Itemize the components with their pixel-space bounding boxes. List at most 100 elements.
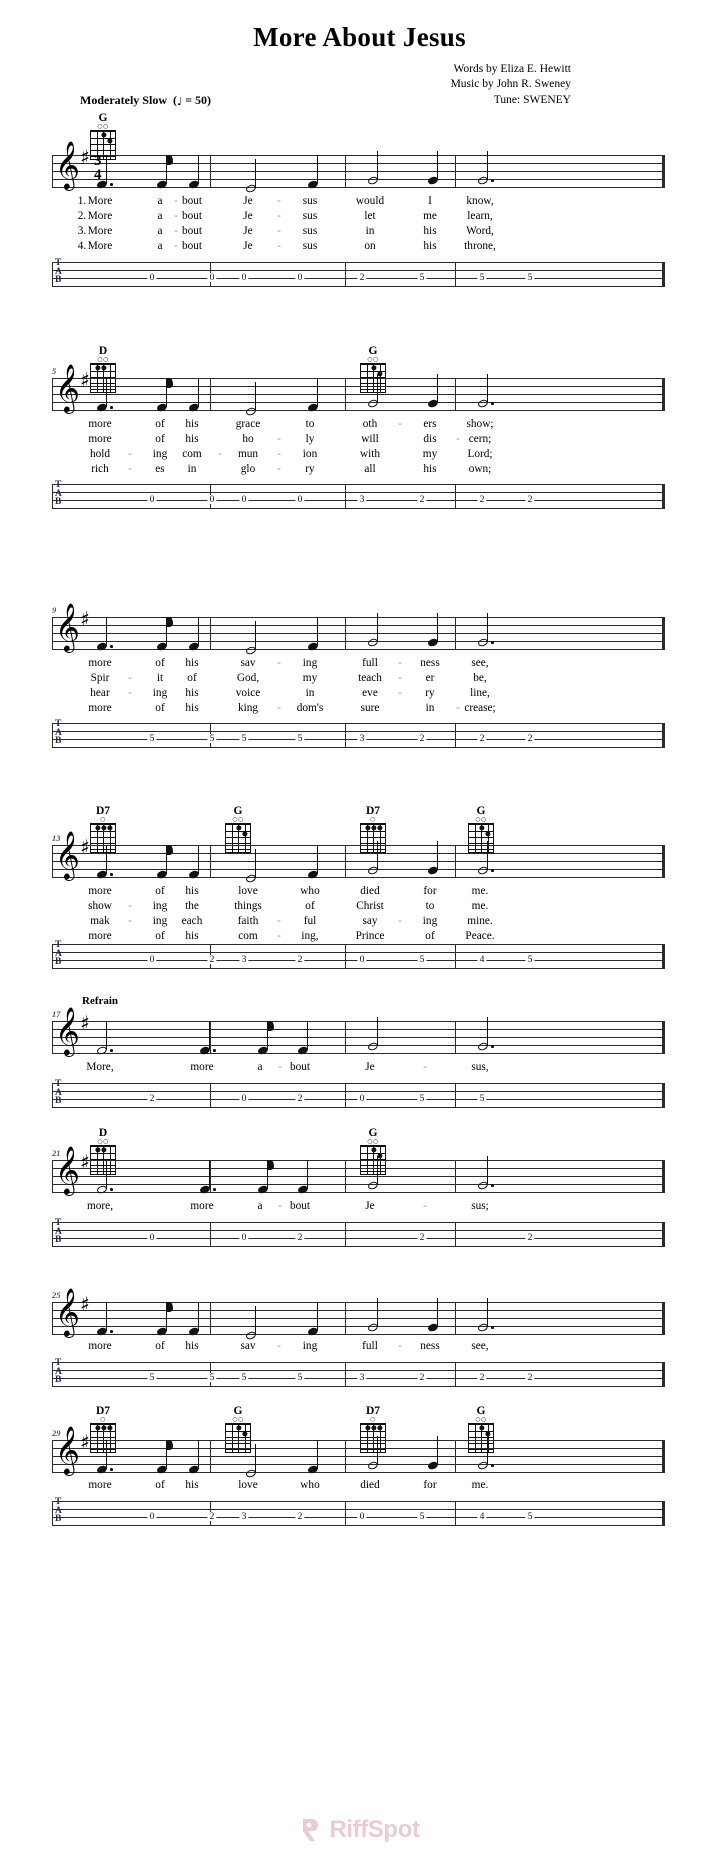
staff-line [52, 1029, 662, 1030]
tab-fret-number: 2 [477, 1373, 487, 1382]
lyric-line: show ing the things of Christ to me. - [52, 900, 672, 915]
lyric-syllable: ing [422, 915, 438, 927]
lyric-hyphen: - [456, 702, 460, 714]
lyric-hyphen: - [277, 210, 281, 222]
treble-clef-icon: 𝄞 [55, 140, 80, 189]
notation-staff [52, 1160, 662, 1193]
note-stem [487, 151, 489, 180]
tab-barline [52, 944, 54, 969]
lyric-line: more of his love who died for me. [52, 1479, 672, 1494]
tab-line [52, 1362, 662, 1363]
lyric-syllable: com [238, 930, 258, 942]
lyrics-block: more of his love who died for me. [52, 1479, 672, 1494]
lyric-syllable: ness [420, 1340, 440, 1352]
lyric-syllable: his [185, 930, 199, 942]
tab-barline [345, 944, 347, 969]
lyric-line: more of his ho ly will dis cern; - - [52, 433, 672, 448]
staff-line [52, 641, 662, 642]
tab-line [52, 492, 662, 493]
tab-fret-number: 2 [357, 273, 367, 282]
lyric-syllable: eve [362, 687, 378, 699]
tab-fret-number: 2 [295, 1094, 305, 1103]
lyric-line: hear ing his voice in eve ry line, - - [52, 687, 672, 702]
tempo-value: 50 [195, 93, 208, 107]
finger-dot [371, 1425, 377, 1431]
tab-letter: B [55, 1514, 62, 1525]
lyric-line: 2. More a bout Je sus let me learn, - - [52, 210, 672, 225]
chord-diagram-g[interactable]: G ○○ [86, 112, 120, 160]
lyric-line: Spir it of God, my teach er be, - - [52, 672, 672, 687]
lyric-syllable: crease; [464, 702, 496, 714]
lyric-syllable: his [185, 885, 199, 897]
note-stem [255, 849, 257, 878]
lyric-hyphen: - [277, 448, 281, 460]
finger-dot [101, 1147, 107, 1153]
tab-barline [345, 1083, 347, 1108]
lyric-syllable: mun [237, 448, 259, 460]
lyric-syllable: full [362, 1340, 378, 1352]
notation-staff [52, 1302, 662, 1335]
lyric-syllable: sus [302, 195, 318, 207]
tab-line [52, 968, 662, 969]
lyric-syllable: my [422, 448, 438, 460]
tab-fret-number: 2 [417, 495, 427, 504]
tab-barline [52, 723, 54, 748]
lyric-syllable: ion [302, 448, 318, 460]
lyric-hyphen: - [277, 195, 281, 207]
tab-fret-number: 5 [417, 1094, 427, 1103]
staff-line [52, 877, 662, 878]
lyric-syllable: voice [235, 687, 261, 699]
lyric-syllable: more [190, 1200, 214, 1212]
lyric-syllable: his [185, 1479, 199, 1491]
fret-line [91, 831, 115, 832]
augmentation-dot [110, 645, 113, 648]
tab-fret-number: 0 [239, 273, 249, 282]
tab-line [52, 262, 662, 263]
fret-line [91, 1437, 115, 1438]
tab-barline [210, 1083, 212, 1108]
lyric-syllable: on [364, 240, 376, 252]
staff-line [52, 625, 662, 626]
fret-line [469, 1437, 493, 1438]
tab-barline [662, 1083, 665, 1108]
tab-fret-number: 5 [295, 1373, 305, 1382]
lyric-syllable: a [257, 1061, 263, 1073]
tab-letter: B [55, 957, 62, 968]
tab-fret-number: 0 [147, 273, 157, 282]
tab-fret-number: 0 [357, 1094, 367, 1103]
lyric-syllable: of [155, 433, 165, 445]
tab-line [52, 1222, 662, 1223]
lyric-syllable: more [190, 1061, 214, 1073]
tab-barline [662, 1222, 665, 1247]
fret-line [469, 843, 493, 844]
tab-fret-number: 5 [239, 734, 249, 743]
lyric-syllable: of [155, 1479, 165, 1491]
barline [455, 1302, 457, 1335]
barline [455, 845, 457, 878]
lyric-hyphen: - [174, 225, 178, 237]
note-stem [317, 378, 319, 407]
treble-clef-icon: 𝄞 [55, 1145, 80, 1194]
lyric-syllable: be, [473, 672, 487, 684]
staff-line [52, 1053, 662, 1054]
lyric-syllable: More, [86, 1061, 114, 1073]
lyric-syllable: faith [237, 915, 259, 927]
tab-fret-number: 5 [525, 955, 535, 964]
staff-line [52, 378, 662, 379]
treble-clef-icon: 𝄞 [55, 1287, 80, 1336]
lyric-syllable: of [155, 1340, 165, 1352]
tab-clef-letters: TAB [55, 1497, 62, 1525]
lyric-syllable: of [155, 418, 165, 430]
lyrics-block: more of his grace to oth ers show; - more of his ho l… [52, 418, 672, 478]
note-stem [437, 151, 439, 180]
note-stem [106, 1440, 108, 1469]
tab-clef-letters: TAB [55, 1218, 62, 1245]
lyric-syllable: who [300, 1479, 320, 1491]
staff-line [52, 1037, 662, 1038]
tab-clef-letters: TAB [55, 480, 62, 507]
staff-line [52, 1302, 662, 1303]
note-flag [268, 1160, 274, 1170]
lyric-hyphen: - [128, 463, 132, 475]
finger-dot [101, 1425, 107, 1431]
tablature-staff [52, 1222, 662, 1247]
